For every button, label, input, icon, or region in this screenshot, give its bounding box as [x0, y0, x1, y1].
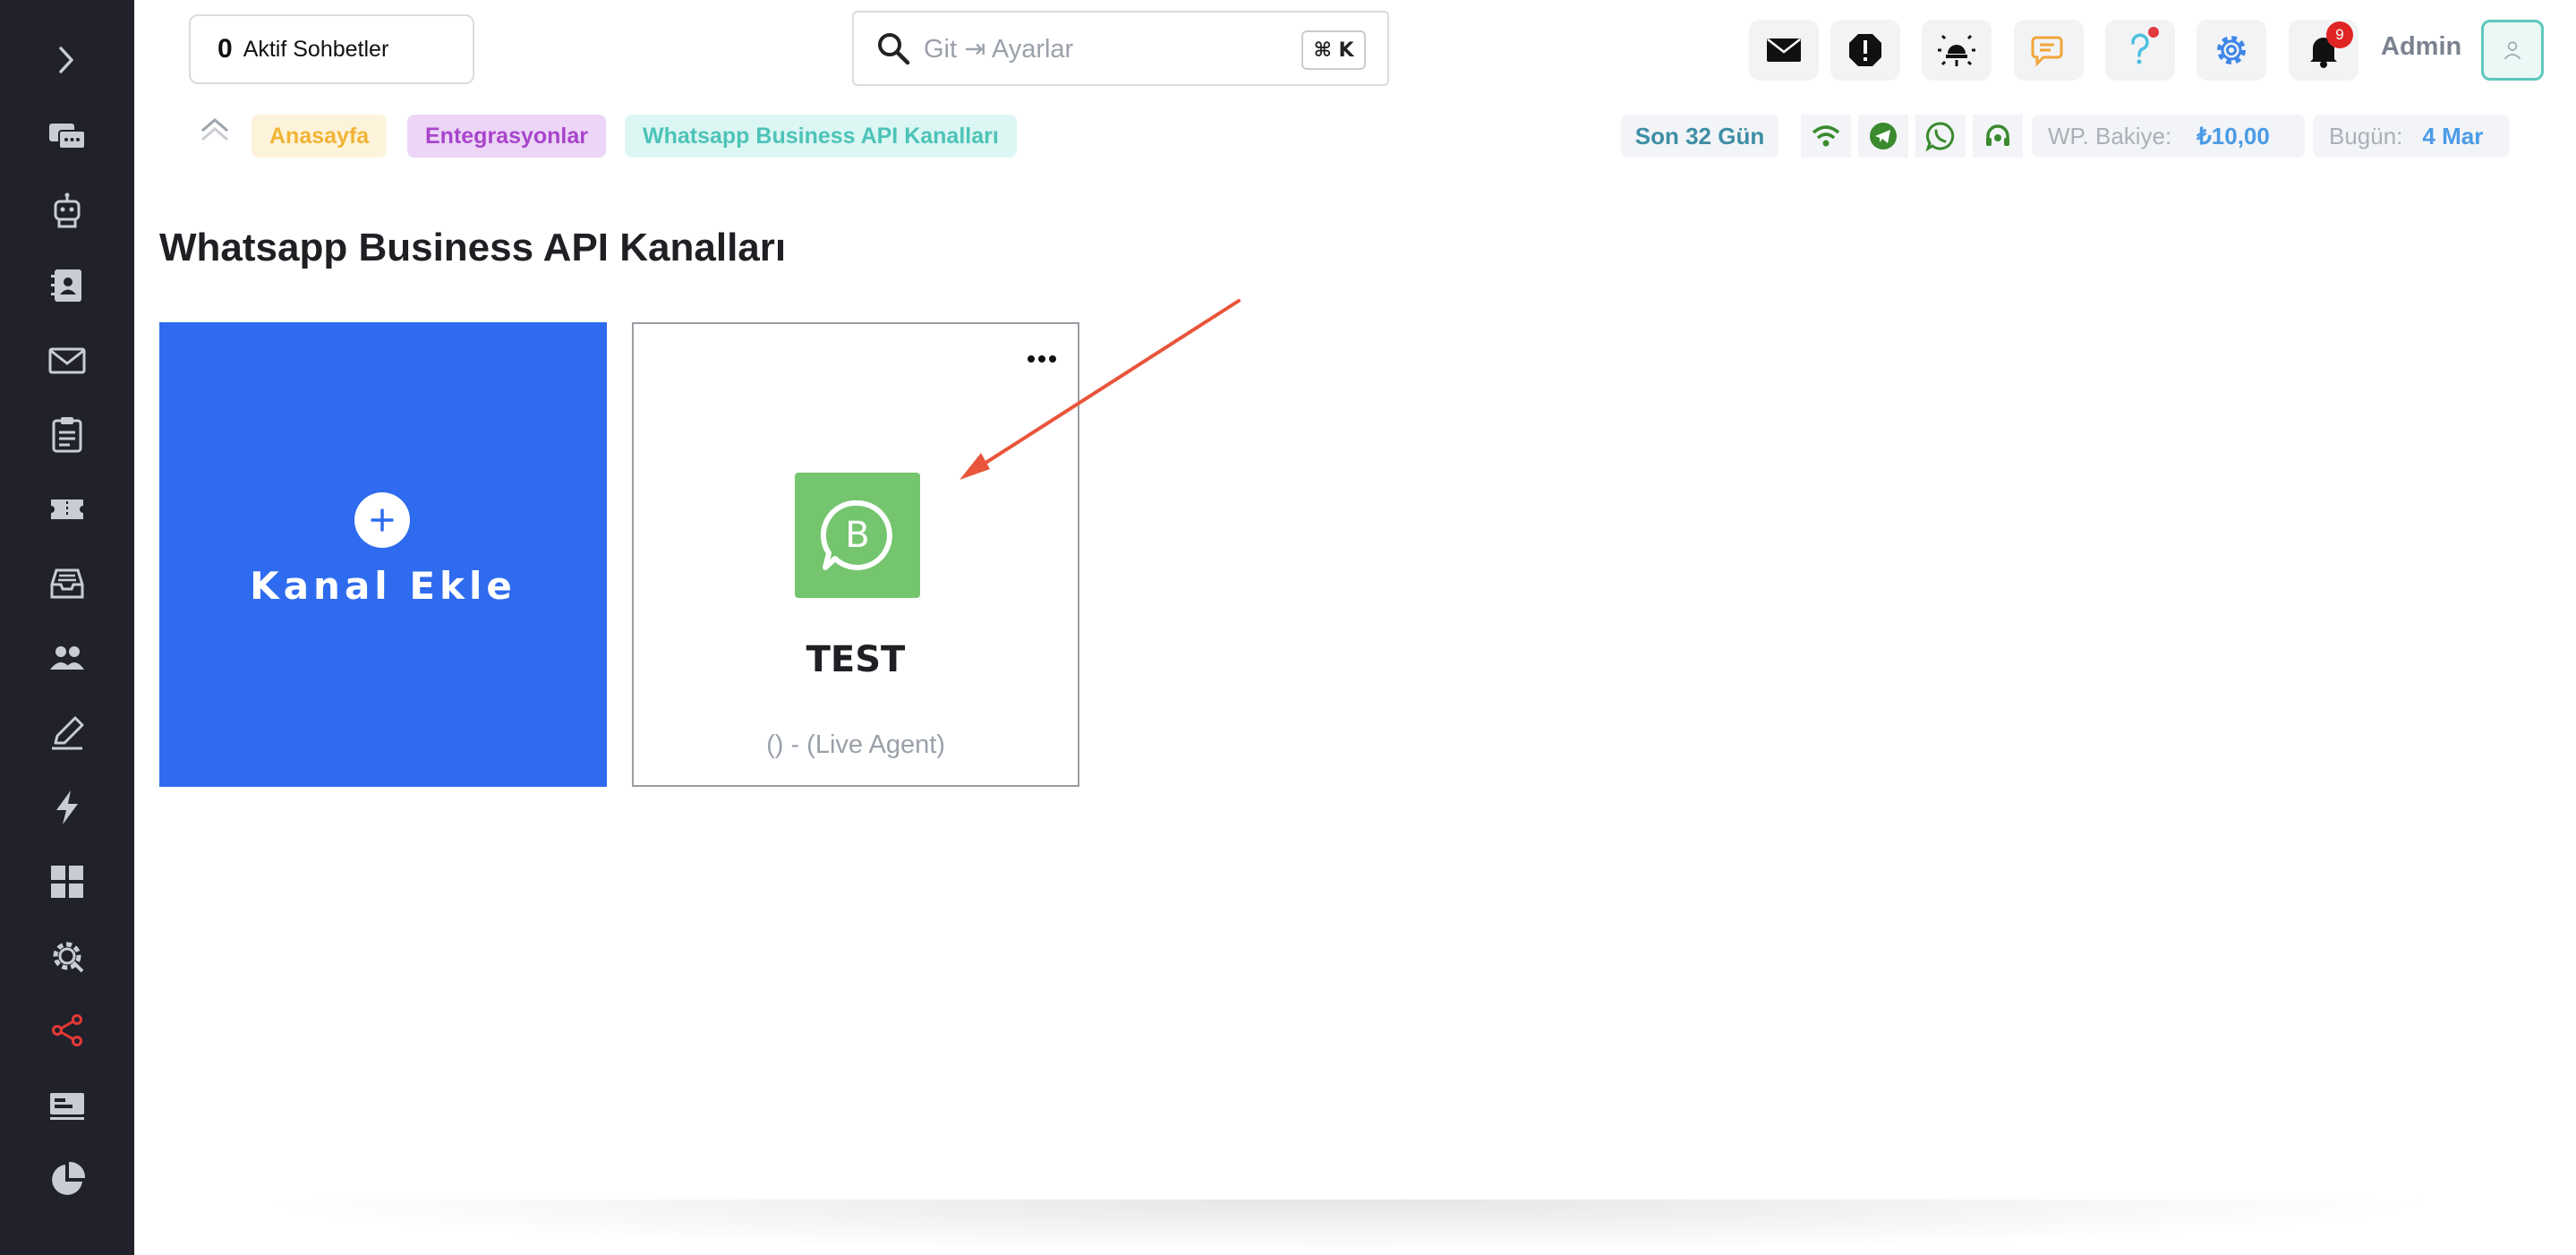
breadcrumb-collapse-toggle[interactable] [195, 111, 235, 150]
whatsapp-business-icon: B [795, 473, 920, 598]
telegram-icon [1870, 123, 1897, 149]
sidebar-item-users[interactable] [43, 634, 91, 682]
add-channel-label: Kanal Ekle [250, 564, 516, 608]
lightbulb-icon [1938, 34, 1975, 66]
headset-icon [1986, 124, 2009, 146]
chevron-right-icon [59, 47, 73, 73]
share-icon [52, 1014, 82, 1046]
wifi-icon [1812, 125, 1840, 147]
page-title: Whatsapp Business API Kanalları [159, 226, 787, 269]
search-input[interactable]: Git ⇥ Ayarlar ⌘ K [852, 11, 1389, 86]
today-value: 4 Mar [2422, 122, 2484, 149]
page-bottom-shadow [242, 1200, 2451, 1253]
app-root: 0 Aktif Sohbetler Git ⇥ Ayarlar ⌘ K 9 Ad… [0, 0, 2576, 1255]
gear-icon [2217, 36, 2246, 64]
sidebar-item-inbox[interactable] [43, 559, 91, 608]
inbox-icon [50, 568, 84, 599]
ticket-icon [51, 499, 83, 519]
svg-text:B: B [845, 515, 869, 556]
user-name[interactable]: Admin [2381, 32, 2461, 62]
plus-icon [354, 492, 410, 548]
date-range-filter[interactable]: Son 32 Gün [1621, 115, 1778, 158]
user-avatar[interactable] [2481, 20, 2544, 81]
grid-icon [51, 866, 83, 898]
sidebar-item-chats[interactable] [43, 113, 91, 161]
notifications-count-badge: 9 [2326, 21, 2353, 48]
sidebar-item-bots[interactable] [43, 187, 91, 235]
sidebar-item-tickets[interactable] [43, 485, 91, 534]
contacts-icon [51, 269, 81, 302]
sidebar-item-dashboard[interactable] [43, 858, 91, 906]
warning-octagon-icon [1849, 34, 1881, 66]
notifications-button[interactable]: 9 [2289, 20, 2358, 81]
wp-balance: WP. Bakiye: ₺10,00 [2032, 115, 2305, 158]
search-placeholder: Git ⇥ Ayarlar [924, 34, 1074, 64]
double-chevron-up-icon [201, 118, 228, 141]
theme-toggle-button[interactable] [1922, 20, 1992, 81]
chat-bubbles-icon [2031, 36, 2063, 67]
today-label: Bugün: [2329, 122, 2403, 149]
sidebar-item-settings[interactable] [43, 932, 91, 980]
feedback-button[interactable] [2014, 20, 2084, 81]
help-button[interactable] [2105, 20, 2175, 81]
sidebar-item-contacts[interactable] [43, 261, 91, 310]
telegram-status [1858, 115, 1908, 158]
sidebar-item-tasks[interactable] [43, 411, 91, 459]
pie-chart-icon [52, 1161, 86, 1195]
breadcrumb-integrations[interactable]: Entegrasyonlar [407, 115, 607, 158]
sidebar-item-automation[interactable] [43, 783, 91, 832]
channel-subtitle: () - (Live Agent) [766, 730, 945, 759]
settings-button[interactable] [2196, 20, 2266, 81]
wp-balance-value: ₺10,00 [2196, 122, 2270, 149]
agent-status [1973, 115, 2023, 158]
bolt-icon [56, 790, 78, 824]
sidebar-item-mail[interactable] [43, 337, 91, 385]
breadcrumb-current[interactable]: Whatsapp Business API Kanalları [625, 115, 1017, 158]
active-chats-label: Aktif Sohbetler [243, 36, 389, 62]
search-shortcut-badge: ⌘ K [1301, 30, 1366, 70]
help-unread-dot [2148, 27, 2159, 38]
envelope-icon [1767, 38, 1801, 62]
sidebar-item-integrations[interactable] [43, 1006, 91, 1054]
sidebar-item-editor[interactable] [43, 709, 91, 757]
mail-icon [48, 347, 86, 374]
active-chats-button[interactable]: 0 Aktif Sohbetler [189, 14, 474, 84]
cards-icon [50, 1093, 84, 1120]
search-icon [878, 33, 910, 65]
sidebar-item-cards[interactable] [43, 1081, 91, 1130]
sidebar-expand-toggle[interactable] [52, 36, 82, 84]
annotation-arrow [960, 299, 1241, 480]
sidebar-item-reports[interactable] [43, 1156, 91, 1204]
user-icon [2503, 41, 2521, 60]
active-chats-count: 0 [218, 34, 233, 64]
wp-balance-label: WP. Bakiye: [2048, 122, 2172, 149]
bot-icon [54, 192, 81, 228]
connection-status [1801, 115, 1851, 158]
whatsapp-status [1915, 115, 1966, 158]
channel-name: TEST [806, 639, 906, 680]
sidebar [0, 0, 134, 1255]
breadcrumb-home[interactable]: Anasayfa [252, 115, 388, 158]
chat-icon [49, 124, 86, 149]
messages-button[interactable] [1749, 20, 1819, 81]
users-icon [50, 646, 84, 670]
settings-gear-icon [53, 942, 84, 973]
clipboard-icon [52, 417, 82, 453]
today-date: Bugün: 4 Mar [2313, 115, 2510, 158]
edit-icon [52, 716, 84, 750]
add-channel-card[interactable]: Kanal Ekle [159, 322, 607, 787]
whatsapp-icon [1925, 122, 1955, 151]
alerts-button[interactable] [1830, 20, 1900, 81]
